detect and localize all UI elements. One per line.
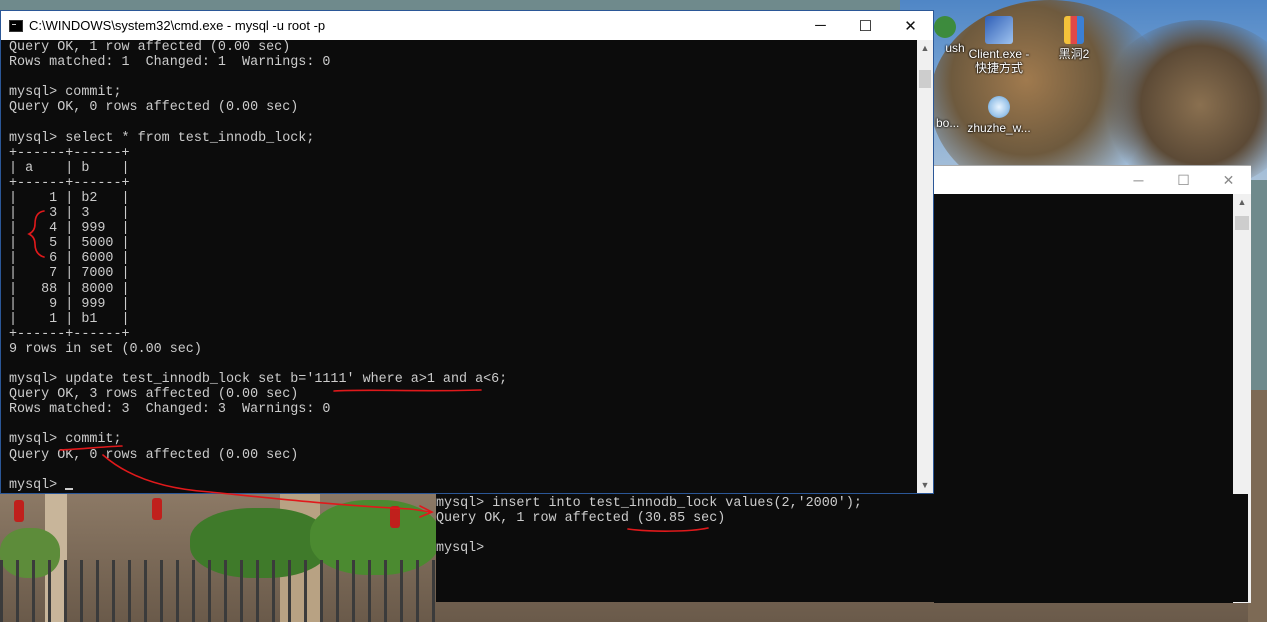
red-lantern bbox=[390, 506, 400, 528]
console-line: Query OK, 1 row affected (0.00 sec) bbox=[9, 40, 291, 55]
text-cursor bbox=[65, 487, 74, 490]
scroll-up-arrow-icon[interactable]: ▲ bbox=[917, 40, 933, 56]
vertical-scrollbar[interactable]: ▲ ▼ bbox=[917, 40, 933, 493]
console-line: mysql> insert into test_innodb_lock valu… bbox=[436, 496, 862, 511]
red-lantern bbox=[152, 498, 162, 520]
main-console-window[interactable]: C:\WINDOWS\system32\cmd.exe - mysql -u r… bbox=[0, 10, 934, 494]
desktop-icon-label: 快捷方式 bbox=[974, 61, 1023, 75]
shortcut-icon bbox=[985, 16, 1013, 44]
console-line: | 1 | b2 | bbox=[9, 190, 130, 206]
desktop-icon-label: 黑洞2 bbox=[1058, 47, 1090, 61]
console-line: | 6 | 6000 | bbox=[9, 251, 130, 267]
console-line: mysql> update test_innodb_lock set b='11… bbox=[9, 372, 508, 388]
front-console-output[interactable]: mysql> insert into test_innodb_lock valu… bbox=[436, 494, 1248, 602]
console-line: mysql> select * from test_innodb_lock; bbox=[9, 130, 315, 146]
desktop-icon-heidong[interactable]: 黑洞2 bbox=[1039, 16, 1109, 61]
console-line: +------+------+ bbox=[9, 326, 130, 342]
console-line: | 4 | 999 | bbox=[9, 221, 130, 237]
close-button[interactable]: ✕ bbox=[888, 11, 933, 40]
console-line: | a | b | bbox=[9, 160, 130, 176]
console-line: +------+------+ bbox=[9, 145, 130, 161]
minimize-button[interactable]: ─ bbox=[798, 11, 843, 40]
console-line: Query OK, 3 rows affected (0.00 sec) bbox=[9, 387, 299, 403]
console-line: mysql> bbox=[436, 541, 485, 557]
console-line: | 5 | 5000 | bbox=[9, 236, 130, 252]
title-bar[interactable]: C:\WINDOWS\system32\cmd.exe - mysql -u r… bbox=[1, 11, 933, 40]
scroll-thumb[interactable] bbox=[1235, 216, 1249, 230]
console-line: | 88 | 8000 | bbox=[9, 281, 130, 297]
console-output[interactable]: Query OK, 1 row affected (0.00 sec) Rows … bbox=[1, 40, 918, 493]
scroll-thumb[interactable] bbox=[919, 70, 931, 88]
desktop-icon-label: zhuzhe_w... bbox=[967, 121, 1031, 135]
close-button[interactable]: ✕ bbox=[1206, 166, 1251, 194]
console-line: | 1 | b1 | bbox=[9, 311, 130, 327]
desktop-icon-zhuzhe[interactable]: zhuzhe_w... bbox=[964, 96, 1034, 135]
console-line: +------+------+ bbox=[9, 175, 130, 191]
app-icon bbox=[934, 16, 956, 38]
zip-folder-icon bbox=[1064, 16, 1084, 44]
window-title: C:\WINDOWS\system32\cmd.exe - mysql -u r… bbox=[29, 18, 326, 33]
maximize-button[interactable]: ☐ bbox=[1161, 166, 1206, 194]
desktop-icon-label: Client.exe - bbox=[968, 47, 1030, 61]
console-line: | 7 | 7000 | bbox=[9, 266, 130, 282]
console-line: | 3 | 3 | bbox=[9, 206, 130, 222]
console-line: | 9 | 999 | bbox=[9, 296, 130, 312]
title-bar[interactable]: ─ ☐ ✕ bbox=[934, 166, 1251, 194]
console-line: 9 rows in set (0.00 sec) bbox=[9, 341, 202, 357]
console-line: Query OK, 0 rows affected (0.00 sec) bbox=[9, 447, 299, 463]
cmd-icon bbox=[9, 19, 23, 32]
console-line: mysql> commit; bbox=[9, 85, 122, 101]
red-lantern bbox=[14, 500, 24, 522]
minimize-button[interactable]: ─ bbox=[1116, 166, 1161, 194]
fence bbox=[0, 560, 440, 622]
console-line: mysql> bbox=[9, 478, 918, 493]
scroll-up-arrow-icon[interactable]: ▲ bbox=[1233, 194, 1251, 210]
app-icon bbox=[988, 96, 1010, 118]
console-line: Rows matched: 3 Changed: 3 Warnings: 0 bbox=[9, 402, 331, 418]
maximize-button[interactable]: ☐ bbox=[843, 11, 888, 40]
scroll-down-arrow-icon[interactable]: ▼ bbox=[917, 477, 933, 493]
desktop-icon-client[interactable]: Client.exe - 快捷方式 bbox=[964, 16, 1034, 75]
console-line: Rows matched: 1 Changed: 1 Warnings: 0 bbox=[9, 55, 331, 71]
console-line: mysql> commit; bbox=[9, 432, 122, 448]
console-line: Query OK, 1 row affected (30.85 sec) bbox=[436, 511, 726, 527]
console-line: Query OK, 0 rows affected (0.00 sec) bbox=[9, 100, 299, 116]
